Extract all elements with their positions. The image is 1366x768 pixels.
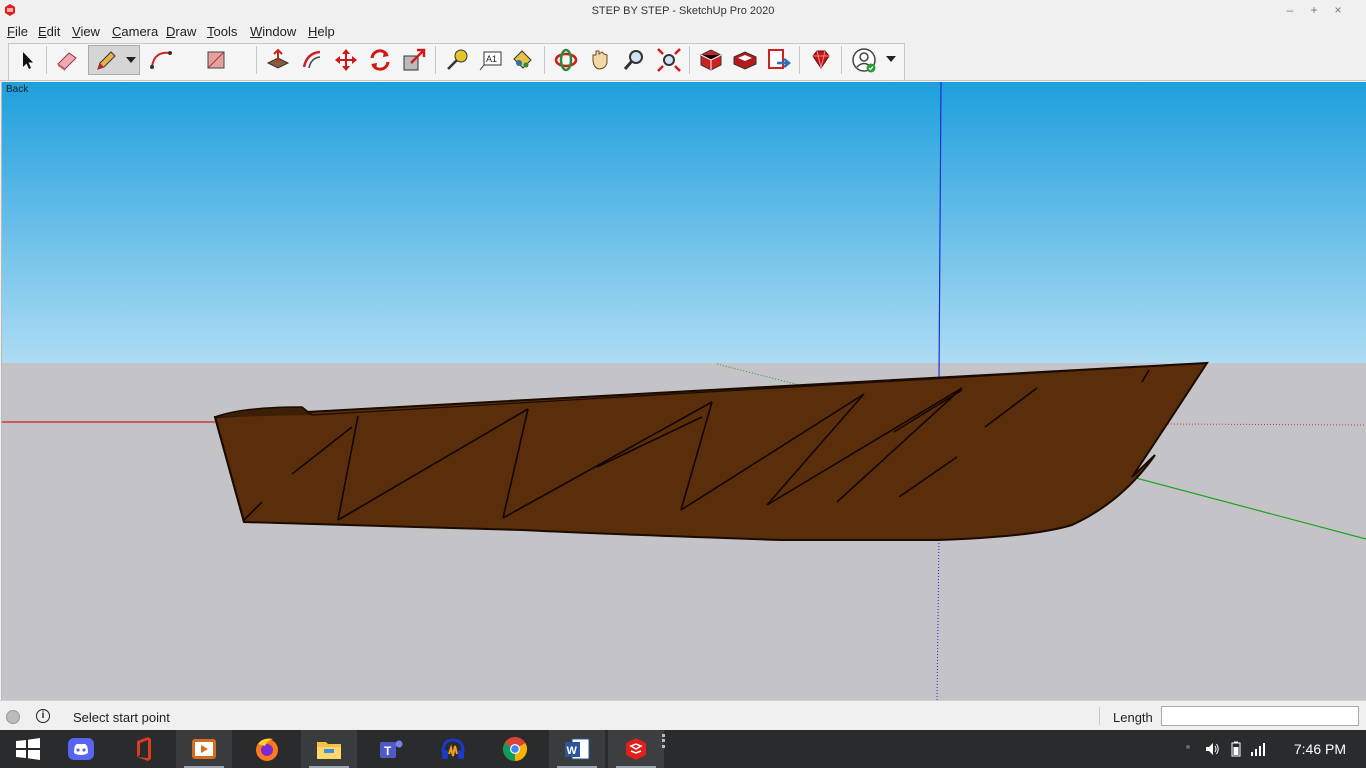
menu-draw[interactable]: Draw	[166, 24, 196, 39]
menu-tools[interactable]: Tools	[207, 24, 237, 39]
menu-bar: File Edit View Camera Draw Tools Window …	[0, 22, 1366, 42]
select-tool-icon[interactable]	[12, 45, 42, 75]
chevron-down-icon[interactable]	[126, 57, 136, 63]
teams-icon: T	[380, 740, 403, 758]
zoom-extents-tool-icon[interactable]	[654, 45, 684, 75]
scale-tool-icon[interactable]	[399, 45, 429, 75]
toolbar-separator	[841, 46, 842, 74]
office-icon	[137, 737, 151, 761]
taskbar-office[interactable]	[115, 730, 171, 768]
battery-icon[interactable]	[1228, 741, 1244, 757]
video-app-icon	[192, 739, 216, 759]
measurements-input[interactable]	[1161, 706, 1359, 726]
word-icon: W	[565, 738, 590, 760]
menu-file[interactable]: File	[7, 24, 28, 39]
volume-icon[interactable]	[1204, 741, 1220, 757]
taskbar-file-explorer[interactable]	[301, 730, 357, 768]
discord-icon	[68, 738, 94, 760]
chevron-down-icon[interactable]	[886, 56, 896, 62]
taskbar-sketchup[interactable]	[608, 730, 664, 768]
status-message: Select start point	[73, 710, 170, 725]
toolbar-separator	[689, 46, 690, 74]
firefox-icon	[256, 738, 278, 761]
zoom-tool-icon[interactable]	[619, 45, 649, 75]
windows-start-icon	[16, 738, 40, 760]
window-title: STEP BY STEP - SketchUp Pro 2020	[591, 5, 775, 17]
sky	[2, 82, 1366, 363]
chrome-icon	[502, 737, 528, 761]
toolbar-separator	[799, 46, 800, 74]
taskbar-discord[interactable]	[53, 730, 109, 768]
svg-text:W: W	[567, 745, 578, 757]
audio-app-icon	[441, 738, 465, 759]
status-bar: i Select start point Length	[0, 700, 1366, 731]
arc-tool-icon[interactable]	[146, 45, 176, 75]
text-tool-label: A1	[486, 54, 497, 64]
rectangle-tool-icon[interactable]	[201, 45, 231, 75]
network-icon[interactable]	[1250, 741, 1266, 757]
tray-hidden-icons[interactable]	[1186, 745, 1190, 749]
menu-help[interactable]: Help	[308, 24, 335, 39]
taskbar-overflow-dots[interactable]	[662, 734, 668, 748]
eraser-tool-icon[interactable]	[52, 45, 82, 75]
pan-tool-icon[interactable]	[585, 45, 615, 75]
extension-warehouse-icon[interactable]	[730, 45, 760, 75]
close-button[interactable]: ×	[1330, 2, 1346, 18]
geolocation-icon[interactable]	[6, 710, 20, 724]
model-viewport[interactable]: Back	[1, 82, 1366, 700]
scene-label: Back	[6, 84, 29, 95]
toolbar-separator	[435, 46, 436, 74]
toolbar-separator	[46, 46, 47, 74]
maximize-button[interactable]: +	[1306, 2, 1322, 18]
move-tool-icon[interactable]	[331, 45, 361, 75]
taskbar-teams[interactable]: T	[363, 730, 419, 768]
orbit-tool-icon[interactable]	[551, 45, 581, 75]
tape-measure-tool-icon[interactable]	[442, 45, 472, 75]
windows-start-button[interactable]	[0, 730, 56, 768]
file-explorer-icon	[317, 742, 341, 759]
taskbar-video-app[interactable]	[176, 730, 232, 768]
push-pull-tool-icon[interactable]	[263, 45, 293, 75]
toolbar-separator	[544, 46, 545, 74]
menu-camera[interactable]: Camera	[112, 24, 158, 39]
info-icon[interactable]: i	[36, 709, 50, 723]
clock[interactable]: 7:46 PM	[1294, 741, 1346, 757]
extension-manager-icon[interactable]	[806, 45, 836, 75]
send-to-layout-icon[interactable]	[764, 45, 794, 75]
status-separator	[1099, 707, 1100, 725]
system-tray: 7:46 PM	[1166, 730, 1366, 768]
offset-tool-icon[interactable]	[297, 45, 327, 75]
vcb-label: Length	[1113, 710, 1153, 725]
taskbar-chrome[interactable]	[487, 730, 543, 768]
paint-bucket-tool-icon[interactable]	[508, 45, 538, 75]
menu-window[interactable]: Window	[250, 24, 296, 39]
menu-edit[interactable]: Edit	[38, 24, 60, 39]
taskbar-word[interactable]: W	[549, 730, 605, 768]
taskbar-firefox[interactable]	[239, 730, 295, 768]
toolbar-separator	[256, 46, 257, 74]
text-tool-icon[interactable]: A1	[476, 45, 506, 75]
3d-warehouse-icon[interactable]	[696, 45, 726, 75]
scene-canvas[interactable]	[2, 82, 1366, 700]
sketchup-icon	[626, 738, 646, 760]
title-bar: STEP BY STEP - SketchUp Pro 2020 – + ×	[0, 0, 1366, 22]
minimize-button[interactable]: –	[1282, 2, 1298, 18]
menu-view[interactable]: View	[72, 24, 100, 39]
account-icon[interactable]	[849, 45, 879, 75]
taskbar: T W 7:46 PM	[0, 730, 1366, 768]
svg-text:T: T	[384, 744, 392, 758]
rotate-tool-icon[interactable]	[365, 45, 395, 75]
pencil-tool-icon[interactable]	[88, 45, 140, 75]
taskbar-audio-app[interactable]	[425, 730, 481, 768]
toolbar: A1	[0, 42, 1366, 102]
